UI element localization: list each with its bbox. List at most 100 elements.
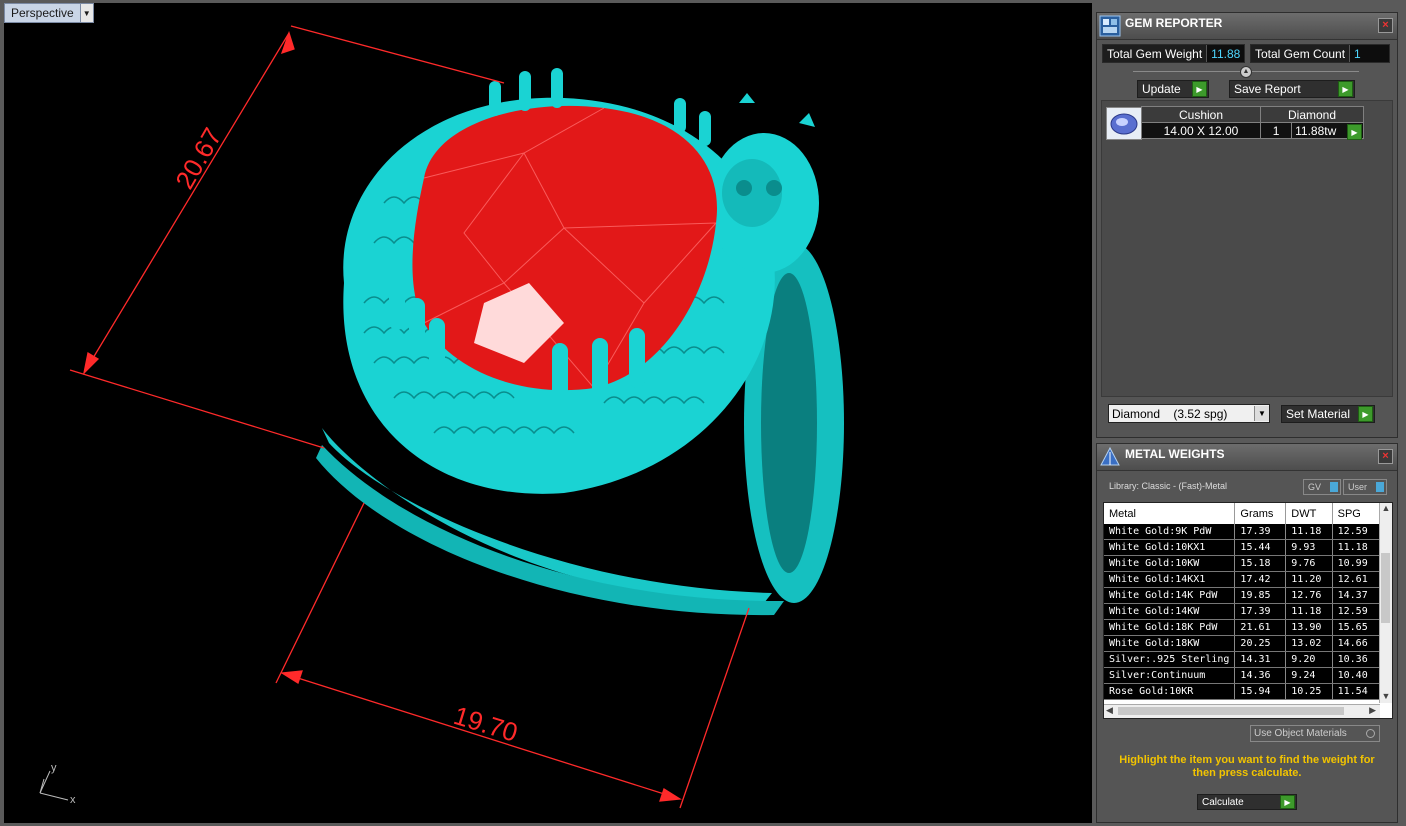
play-icon: ▶ [1338, 81, 1353, 97]
table-cell: Rose Gold:10KR [1104, 683, 1236, 700]
user-toggle-label: User [1348, 482, 1368, 492]
gem-shape-icon [1110, 113, 1138, 135]
user-toggle[interactable]: User [1343, 479, 1387, 495]
column-header[interactable]: DWT [1285, 503, 1333, 524]
table-cell: 13.90 [1285, 619, 1333, 636]
radio-icon [1366, 729, 1375, 738]
table-cell: 14.36 [1234, 667, 1287, 684]
metal-weights-icon [1100, 446, 1120, 466]
table-row[interactable]: 14.00 X 12.00 1 11.88tw [1141, 122, 1364, 139]
table-cell: 17.39 [1234, 603, 1287, 620]
material-select-value: Diamond (3.52 spg) [1112, 406, 1228, 421]
table-cell: 15.65 [1332, 619, 1381, 636]
save-report-button-label: Save Report [1234, 82, 1301, 96]
table-cell: 19.85 [1234, 587, 1287, 604]
table-row[interactable]: White Gold:14KX1 17.42 11.20 12.61 [1104, 571, 1381, 588]
table-row[interactable]: White Gold:14KW 17.39 11.18 12.59 [1104, 603, 1381, 620]
table-cell: 17.42 [1234, 571, 1287, 588]
table-cell: 14.31 [1234, 651, 1287, 668]
table-cell: 11.18 [1285, 524, 1333, 540]
play-icon: ▶ [1358, 406, 1373, 422]
scroll-down-icon[interactable]: ▼ [1380, 691, 1392, 701]
ring-3d-model[interactable]: 20.67 19.70 y x [4, 3, 1092, 823]
axis-x-label: x [70, 794, 76, 806]
table-cell: 12.59 [1332, 524, 1381, 540]
gv-toggle[interactable]: GV [1303, 479, 1341, 495]
table-cell: 11.54 [1332, 683, 1381, 700]
update-button[interactable]: Update ▶ [1137, 80, 1209, 98]
collapse-icon[interactable]: ▲ [1240, 66, 1252, 78]
scroll-right-icon[interactable]: ▶ [1369, 705, 1376, 716]
table-row[interactable]: White Gold:10KW 15.18 9.76 10.99 [1104, 555, 1381, 572]
toggle-indicator-icon [1376, 482, 1384, 492]
use-object-materials-checkbox[interactable]: Use Object Materials [1250, 725, 1380, 742]
viewport-perspective[interactable]: 20.67 19.70 y x Perspective ▼ [4, 3, 1092, 823]
gem-type-header: Diamond [1260, 106, 1364, 123]
column-header[interactable]: SPG [1332, 503, 1381, 524]
total-gem-count-label: Total Gem Count [1255, 46, 1346, 61]
table-cell: 11.18 [1285, 603, 1333, 620]
table-row[interactable]: White Gold:18KW 20.25 13.02 14.66 [1104, 635, 1381, 652]
horizontal-scrollbar[interactable]: ◀ ▶ [1104, 704, 1380, 718]
gem-reporter-title: GEM REPORTER [1125, 16, 1223, 30]
table-cell: 21.61 [1234, 619, 1287, 636]
table-cell: 20.25 [1234, 635, 1287, 652]
set-material-button-label: Set Material [1286, 407, 1351, 421]
table-row[interactable]: Silver:.925 Sterling 14.31 9.20 10.36 [1104, 651, 1381, 668]
table-cell: 9.93 [1285, 539, 1333, 556]
calculate-button-label: Calculate [1202, 796, 1244, 808]
metal-weights-close-button[interactable]: × [1378, 449, 1393, 464]
column-header[interactable]: Metal [1104, 503, 1236, 524]
gem-reporter-close-button[interactable]: × [1378, 18, 1393, 33]
table-cell: 9.24 [1285, 667, 1333, 684]
table-cell: 15.44 [1234, 539, 1287, 556]
table-row[interactable]: White Gold:9K PdW 17.39 11.18 12.59 [1104, 524, 1381, 540]
gem-reporter-titlebar[interactable]: GEM REPORTER × [1097, 13, 1397, 40]
total-gem-weight-value: 11.88 [1206, 45, 1245, 62]
gem-list [1101, 100, 1393, 397]
metal-weights-titlebar[interactable]: METAL WEIGHTS × [1097, 444, 1397, 471]
total-gem-weight-field: Total Gem Weight 11.88 [1102, 44, 1245, 63]
table-cell: 14.37 [1332, 587, 1381, 604]
axis-y-label: y [51, 762, 57, 774]
viewport-dropdown-icon[interactable]: ▼ [79, 4, 93, 22]
table-cell: Silver:.925 Sterling [1104, 651, 1236, 668]
material-select[interactable]: Diamond (3.52 spg) ▼ [1108, 404, 1270, 423]
table-cell: 12.61 [1332, 571, 1381, 588]
scroll-thumb[interactable] [1381, 553, 1390, 623]
play-icon: ▶ [1192, 81, 1207, 97]
metal-table-container[interactable]: Metal Grams DWT SPG White Gold:9K PdW 17.39 1… [1103, 502, 1393, 719]
gem-table: Cushion Diamond 14.00 X 12.00 1 11.88tw [1141, 106, 1364, 139]
update-button-label: Update [1142, 82, 1181, 96]
vertical-scrollbar[interactable]: ▲ ▼ [1379, 503, 1392, 703]
hscroll-thumb[interactable] [1118, 707, 1344, 715]
set-material-button[interactable]: Set Material ▶ [1281, 405, 1375, 423]
table-cell: 11.18 [1332, 539, 1381, 556]
viewport-label[interactable]: Perspective [5, 6, 80, 20]
table-cell: 13.02 [1285, 635, 1333, 652]
metal-table: Metal Grams DWT SPG White Gold:9K PdW 17.39 1… [1104, 503, 1381, 700]
table-row[interactable]: Silver:Continuum 14.36 9.24 10.40 [1104, 667, 1381, 684]
viewport-tab[interactable]: Perspective ▼ [4, 3, 94, 23]
table-cell: White Gold:18KW [1104, 635, 1236, 652]
table-row[interactable]: White Gold:10KX1 15.44 9.93 11.18 [1104, 539, 1381, 556]
scroll-left-icon[interactable]: ◀ [1106, 705, 1113, 716]
column-header[interactable]: Grams [1234, 503, 1287, 524]
gv-toggle-label: GV [1308, 482, 1322, 492]
table-cell: 9.20 [1285, 651, 1333, 668]
table-row[interactable]: White Gold:18K PdW 21.61 13.90 15.65 [1104, 619, 1381, 636]
scroll-up-icon[interactable]: ▲ [1380, 503, 1392, 513]
use-object-materials-label: Use Object Materials [1254, 728, 1347, 739]
gem-thumbnail[interactable] [1106, 107, 1142, 140]
save-report-button[interactable]: Save Report ▶ [1229, 80, 1355, 98]
chevron-down-icon[interactable]: ▼ [1254, 406, 1269, 421]
toggle-indicator-icon [1330, 482, 1338, 492]
table-cell: 17.39 [1234, 524, 1287, 540]
table-row[interactable]: Rose Gold:10KR 15.94 10.25 11.54 [1104, 683, 1381, 700]
table-row[interactable]: White Gold:14K PdW 19.85 12.76 14.37 [1104, 587, 1381, 604]
table-cell: 15.94 [1234, 683, 1287, 700]
calculate-button[interactable]: Calculate ▶ [1197, 794, 1297, 810]
table-cell: Silver:Continuum [1104, 667, 1236, 684]
gem-row-play-icon[interactable]: ▶ [1347, 124, 1362, 140]
metal-weights-title: METAL WEIGHTS [1125, 447, 1225, 461]
